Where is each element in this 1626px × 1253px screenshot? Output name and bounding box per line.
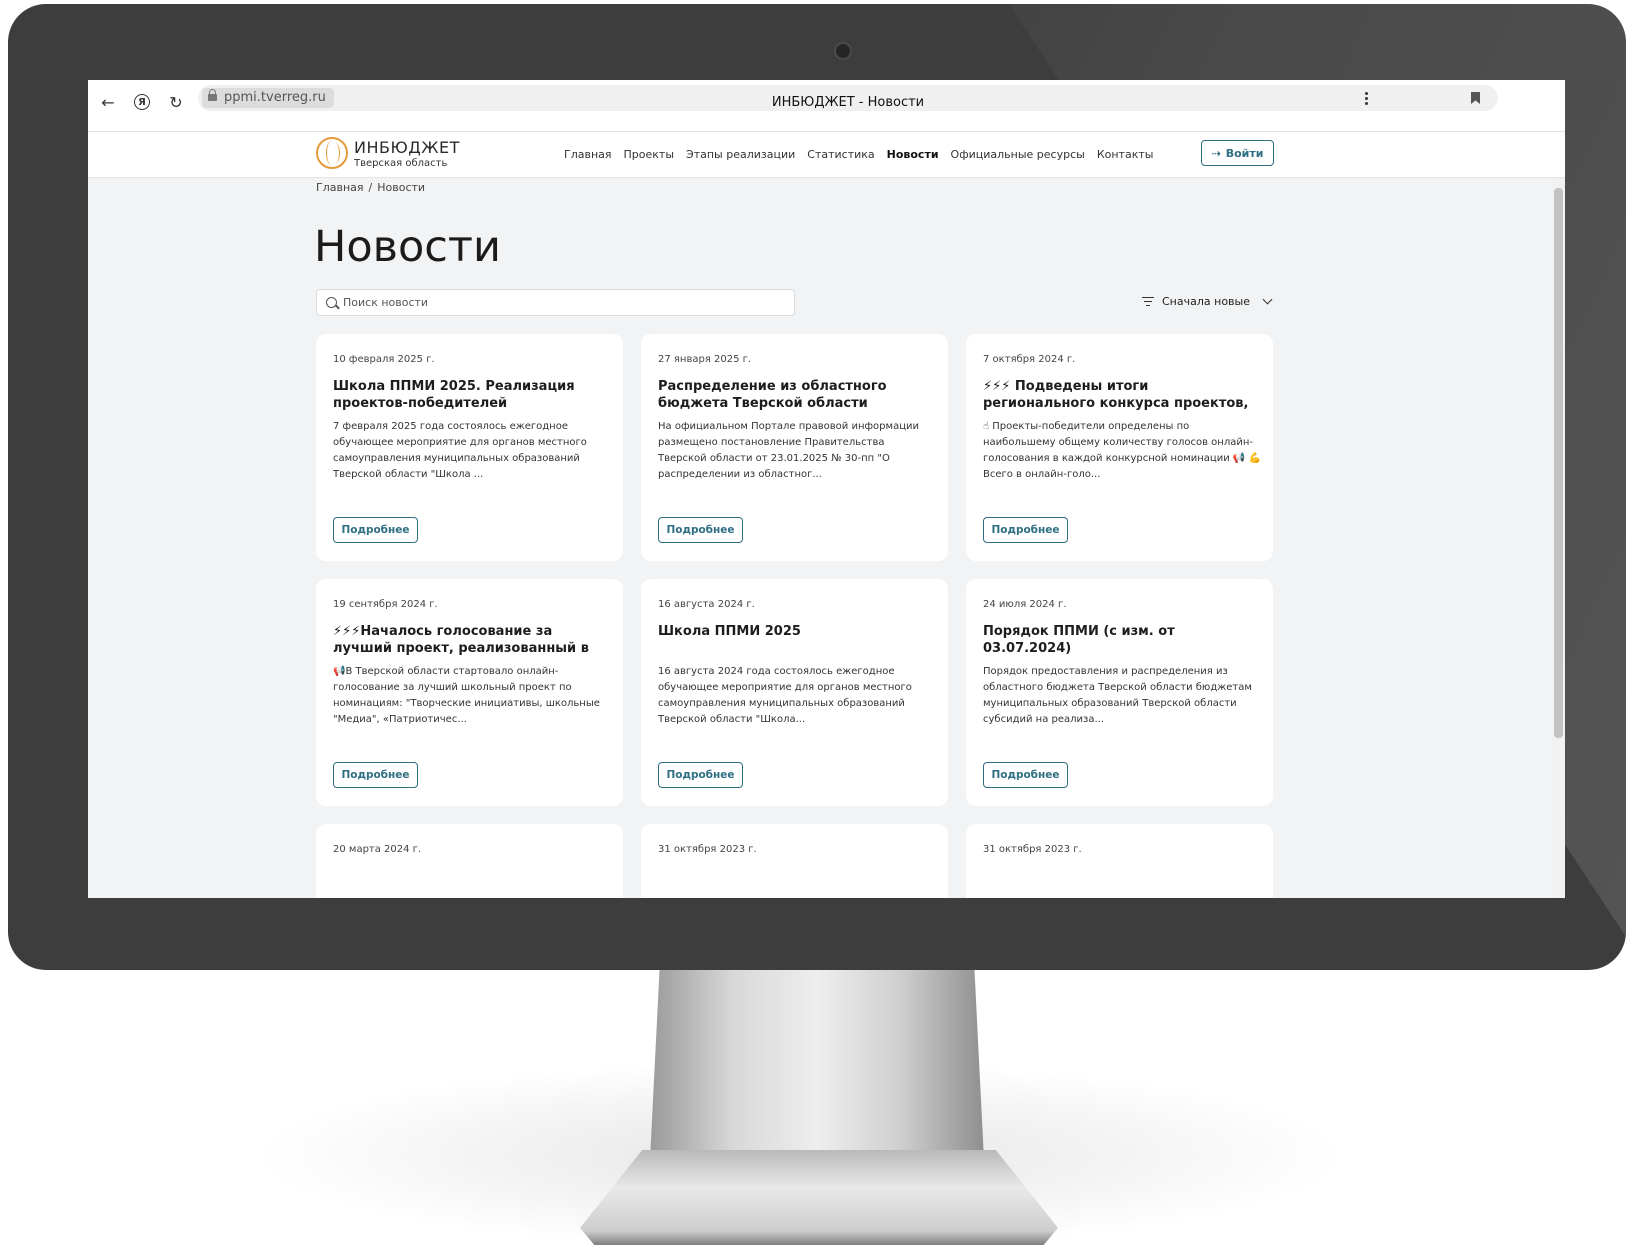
page-title: Новости [314, 222, 501, 272]
menu-dots-icon[interactable] [1356, 88, 1376, 108]
address-bar[interactable]: ppmi.tverreg.ru ИНБЮДЖЕТ - Новости [198, 85, 1498, 111]
news-card: 20 марта 2024 г. [316, 824, 623, 898]
sort-dropdown[interactable]: Сначала новые [1142, 294, 1273, 308]
more-button[interactable]: Подробнее [983, 762, 1068, 788]
news-card: 31 октября 2023 г. [966, 824, 1273, 898]
nav-item-stages[interactable]: Этапы реализации [686, 148, 795, 161]
news-card: 31 октября 2023 г. [641, 824, 948, 898]
search-icon [326, 297, 337, 308]
search-placeholder: Поиск новости [343, 296, 429, 309]
yandex-icon[interactable]: Я [130, 90, 154, 114]
card-text: 7 февраля 2025 года состоялось ежегодное… [333, 421, 587, 480]
card-date: 7 октября 2024 г. [983, 354, 1076, 365]
reload-icon[interactable]: ↻ [164, 90, 188, 114]
card-title[interactable]: Школа ППМИ 2025 [658, 623, 933, 640]
news-card: 7 октября 2024 г. ⚡⚡⚡ Подведены итоги ре… [966, 334, 1273, 561]
card-date: 31 октября 2023 г. [983, 844, 1082, 855]
card-date: 10 февраля 2025 г. [333, 354, 435, 365]
site-header: ИНБЮДЖЕТ Тверская область Главная Проект… [88, 132, 1565, 178]
nav-item-contacts[interactable]: Контакты [1097, 148, 1154, 161]
tab-title: ИНБЮДЖЕТ - Новости [771, 95, 925, 110]
back-arrow-icon[interactable]: ← [96, 90, 120, 114]
scrollbar[interactable] [1552, 178, 1565, 898]
card-text: На официальном Портале правовой информац… [658, 421, 919, 480]
nav-item-news[interactable]: Новости [887, 148, 939, 161]
breadcrumb-current: Новости [377, 181, 426, 194]
more-button[interactable]: Подробнее [658, 762, 743, 788]
card-date: 27 января 2025 г. [658, 354, 752, 365]
search-input[interactable]: Поиск новости [316, 289, 795, 316]
card-date: 16 августа 2024 г. [658, 599, 755, 610]
screen: ← Я ↻ ppmi.tverreg.ru ИНБЮДЖЕТ - Новости… [88, 80, 1565, 898]
login-icon: ⇢ [1211, 146, 1221, 160]
nav-item-official-resources[interactable]: Официальные ресурсы [951, 148, 1085, 161]
logo-subtitle: Тверская область [354, 158, 448, 169]
camera-icon [834, 42, 852, 60]
breadcrumb: Главная / Новости [316, 181, 425, 194]
login-label: Войти [1225, 146, 1264, 160]
card-date: 20 марта 2024 г. [333, 844, 422, 855]
filter-icon [1142, 297, 1154, 307]
nav-item-statistics[interactable]: Статистика [807, 148, 874, 161]
more-button[interactable]: Подробнее [658, 517, 743, 543]
more-button[interactable]: Подробнее [983, 517, 1068, 543]
scrollbar-thumb[interactable] [1554, 188, 1563, 738]
main-nav: Главная Проекты Этапы реализации Статист… [564, 148, 1153, 161]
logo-title[interactable]: ИНБЮДЖЕТ [354, 138, 460, 157]
browser-bar: ← Я ↻ ppmi.tverreg.ru ИНБЮДЖЕТ - Новости [88, 80, 1565, 132]
breadcrumb-home[interactable]: Главная [316, 181, 364, 194]
card-text: 16 августа 2024 года состоялось ежегодно… [658, 666, 912, 725]
card-title[interactable]: ⚡⚡⚡Началось голосование за лучший проект… [333, 623, 608, 657]
monitor-bezel: ← Я ↻ ppmi.tverreg.ru ИНБЮДЖЕТ - Новости… [8, 4, 1626, 970]
nav-item-home[interactable]: Главная [564, 148, 612, 161]
card-text: Порядок предоставления и распределения и… [983, 666, 1252, 725]
news-card: 24 июля 2024 г. Порядок ППМИ (с изм. от … [966, 579, 1273, 806]
more-button[interactable]: Подробнее [333, 517, 418, 543]
breadcrumb-separator: / [368, 181, 373, 194]
news-card: 16 августа 2024 г. Школа ППМИ 2025 16 ав… [641, 579, 948, 806]
nav-item-projects[interactable]: Проекты [624, 148, 675, 161]
card-date: 24 июля 2024 г. [983, 599, 1067, 610]
card-title[interactable]: Порядок ППМИ (с изм. от 03.07.2024) [983, 623, 1258, 657]
news-card: 19 сентября 2024 г. ⚡⚡⚡Началось голосова… [316, 579, 623, 806]
monitor-stand-base [580, 1150, 1058, 1245]
chevron-down-icon [1262, 294, 1273, 305]
sort-label: Сначала новые [1162, 295, 1250, 308]
card-text: 📢В Тверской области стартовало онлайн-го… [333, 666, 600, 725]
login-button[interactable]: ⇢ Войти [1201, 140, 1274, 166]
card-date: 19 сентября 2024 г. [333, 599, 438, 610]
card-title[interactable]: Распределение из областного бюджета Твер… [658, 378, 933, 412]
news-card: 10 февраля 2025 г. Школа ППМИ 2025. Реал… [316, 334, 623, 561]
card-title[interactable]: Школа ППМИ 2025. Реализация проектов-поб… [333, 378, 608, 412]
news-card: 27 января 2025 г. Распределение из облас… [641, 334, 948, 561]
card-title[interactable]: ⚡⚡⚡ Подведены итоги регионального конкур… [983, 378, 1258, 412]
card-text: ☝ Проекты-победители определены по наибо… [983, 421, 1261, 480]
logo-icon[interactable] [316, 137, 348, 169]
monitor-stand-neck [650, 960, 984, 1160]
card-date: 31 октября 2023 г. [658, 844, 757, 855]
more-button[interactable]: Подробнее [333, 762, 418, 788]
